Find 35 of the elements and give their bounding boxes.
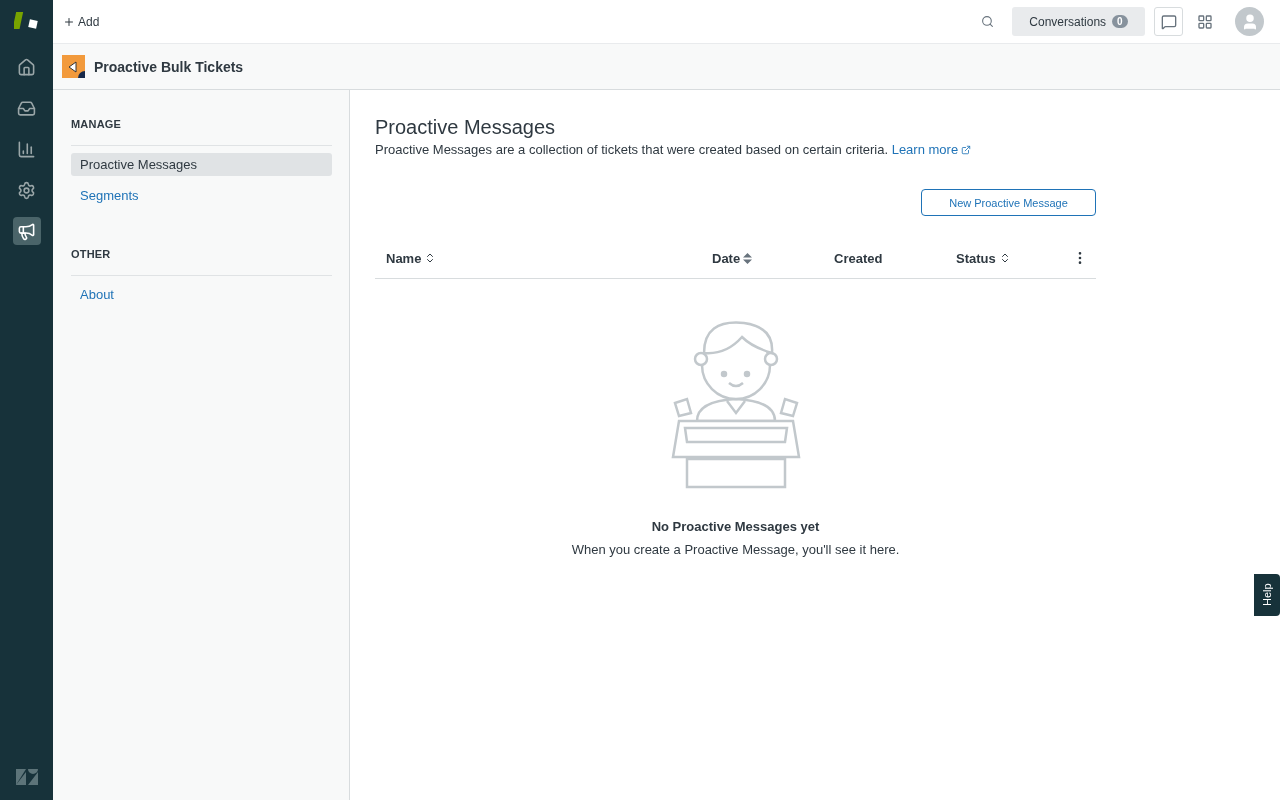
add-button[interactable]: Add [63,14,100,29]
sort-icon [743,252,753,264]
settings-icon [17,180,36,200]
chat-bubble-icon [1160,13,1177,30]
chat-button[interactable] [1154,7,1183,36]
search-icon[interactable] [981,15,994,28]
page-title: Proactive Messages [375,116,557,139]
section-heading: MANAGE [71,118,332,146]
home-icon [17,57,36,77]
sidebar-item[interactable]: Proactive Messages [71,153,332,176]
app-icon [62,55,85,78]
empty-state-title: No Proactive Messages yet [651,519,820,534]
logo-icon [15,769,38,785]
conversations-button[interactable]: Conversations 0 [1012,7,1145,36]
column-header[interactable]: Date [701,250,823,266]
sidebar-item[interactable]: Segments [71,184,332,207]
inbox-icon [17,98,36,118]
page-description: Proactive Messages are a collection of tickets that were created based on certain criteria. Learn more [375,142,1280,157]
column-header[interactable]: Status [945,250,1061,266]
learn-more-link[interactable]: Learn more [891,142,972,157]
section-heading: OTHER [71,248,332,276]
apps-grid-icon[interactable] [1197,13,1213,30]
help-tab[interactable]: Help [1254,574,1280,616]
megaphone-icon [17,221,36,241]
bar-chart-icon [17,139,36,159]
count-badge: 0 [1112,15,1128,28]
new-message-button[interactable]: New Proactive Message [921,189,1096,216]
column-header[interactable]: Created [823,250,945,266]
column-header[interactable]: Name [375,250,701,266]
plus-icon [63,15,75,28]
sidebar-item[interactable]: About [71,283,332,306]
nav-button[interactable] [12,217,41,245]
empty-state-message: When you create a Proactive Message, you'll see it here. [571,542,900,557]
external-link-icon [961,144,972,155]
app-title: Proactive Bulk Tickets [94,58,244,75]
